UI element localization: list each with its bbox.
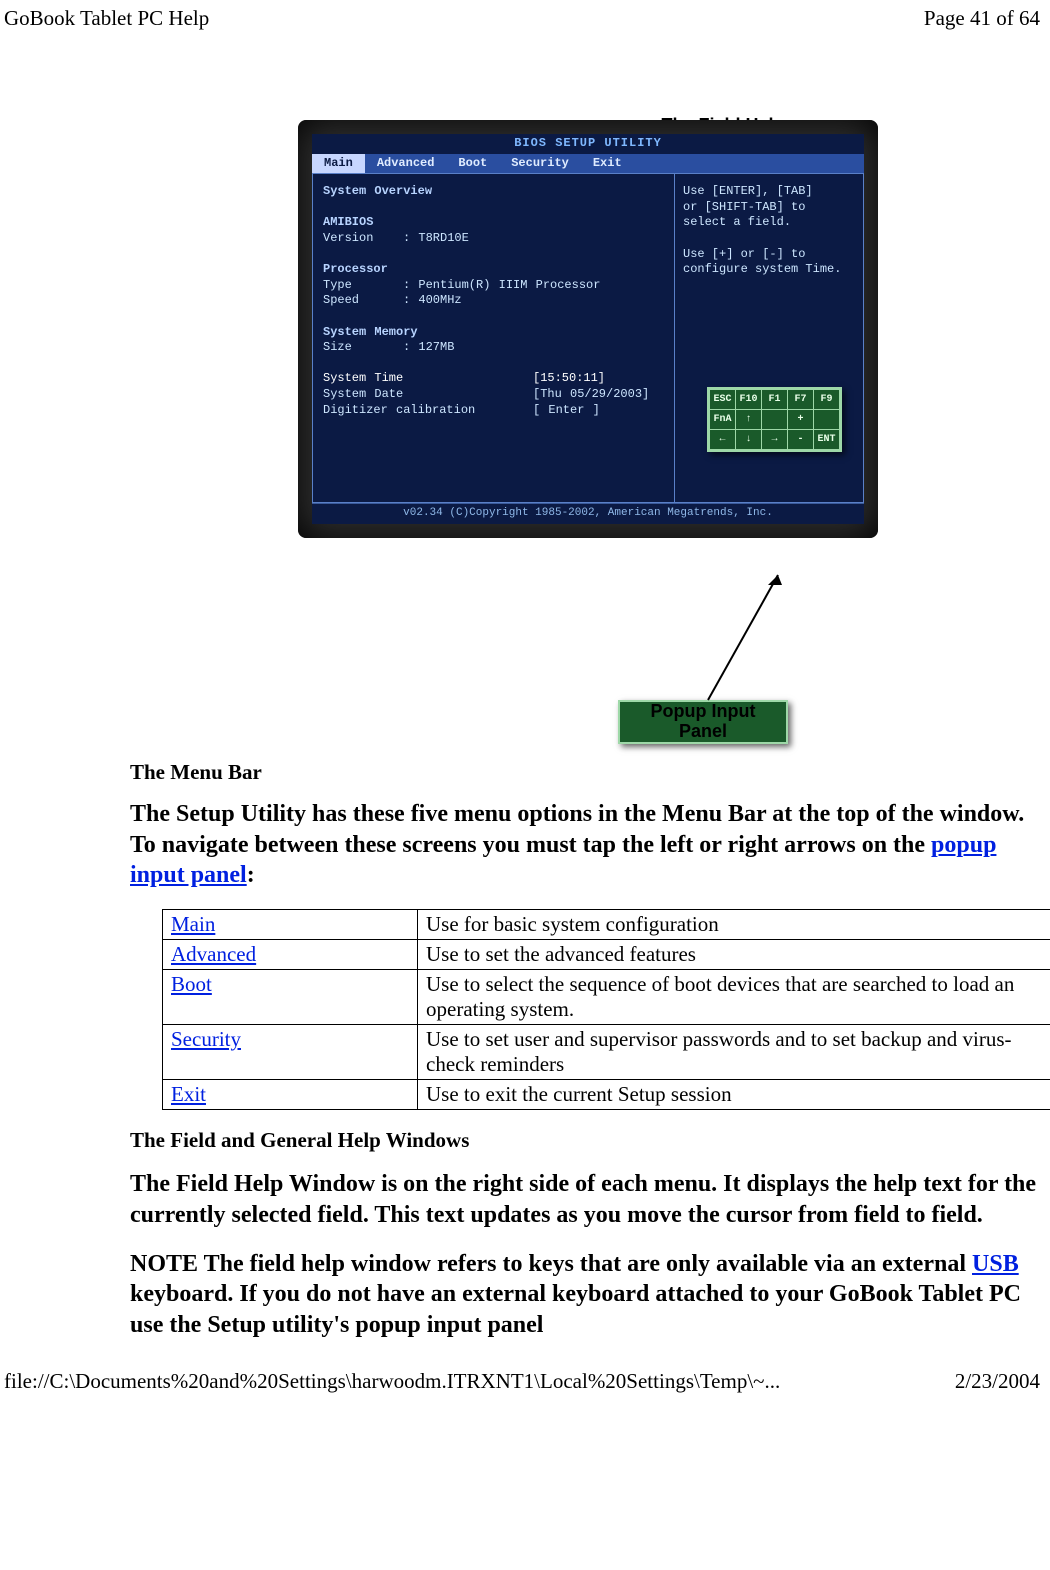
- version-label: Version: [323, 231, 403, 247]
- popup-key-grid: ESC F10 F1 F7 F9 FnA ↑ +: [709, 389, 840, 450]
- help-line: Use [+] or [-] to: [683, 247, 855, 263]
- bios-figure: The Menu Bar The Field Help Window Popup…: [278, 120, 898, 740]
- page-footer: file://C:\Documents%20and%20Settings\har…: [0, 1359, 1050, 1400]
- processor-heading: Processor: [323, 262, 664, 278]
- bios-left-panel: System Overview AMIBIOS Version: T8RD10E…: [312, 173, 674, 503]
- link-advanced[interactable]: Advanced: [171, 942, 256, 966]
- help-line: or [SHIFT-TAB] to: [683, 200, 855, 216]
- speed-label: Speed: [323, 293, 403, 309]
- monitor-bezel: BIOS SETUP UTILITY Main Advanced Boot Se…: [298, 120, 878, 538]
- bios-tab-boot[interactable]: Boot: [446, 154, 499, 174]
- popup-key[interactable]: →: [762, 430, 788, 450]
- amibios-heading: AMIBIOS: [323, 215, 664, 231]
- speed-value: : 400MHz: [403, 293, 462, 307]
- para-text: NOTE The field help window refers to key…: [130, 1251, 972, 1277]
- popup-key[interactable]: F9: [814, 390, 840, 410]
- para-text: :: [247, 862, 255, 888]
- link-usb[interactable]: USB: [972, 1251, 1019, 1277]
- footer-date: 2/23/2004: [955, 1369, 1040, 1394]
- table-row: Exit Use to exit the current Setup sessi…: [163, 1080, 1050, 1110]
- bios-body: System Overview AMIBIOS Version: T8RD10E…: [312, 173, 864, 503]
- size-label: Size: [323, 340, 403, 356]
- popup-key[interactable]: ESC: [710, 390, 736, 410]
- bios-screen: BIOS SETUP UTILITY Main Advanced Boot Se…: [312, 134, 864, 524]
- header-title: GoBook Tablet PC Help: [4, 6, 209, 31]
- callout-popup-panel: Popup Input Panel: [618, 700, 788, 744]
- help-line: Use [ENTER], [TAB]: [683, 184, 855, 200]
- bios-tab-security[interactable]: Security: [499, 154, 581, 174]
- help-line: select a field.: [683, 215, 855, 231]
- link-security[interactable]: Security: [171, 1027, 241, 1051]
- bios-title: BIOS SETUP UTILITY: [312, 134, 864, 154]
- bios-tab-exit[interactable]: Exit: [581, 154, 634, 174]
- arrow-to-popup: [708, 575, 788, 705]
- link-boot[interactable]: Boot: [171, 972, 212, 996]
- table-row: Main Use for basic system configuration: [163, 910, 1050, 940]
- popup-key[interactable]: F7: [788, 390, 814, 410]
- link-exit[interactable]: Exit: [171, 1082, 206, 1106]
- system-date-row[interactable]: System Date[Thu 05/29/2003]: [323, 387, 664, 403]
- link-main[interactable]: Main: [171, 912, 215, 936]
- table-cell-desc: Use to exit the current Setup session: [418, 1080, 1050, 1110]
- bios-help-panel: Use [ENTER], [TAB] or [SHIFT-TAB] to sel…: [674, 173, 864, 503]
- table-cell-desc: Use for basic system configuration: [418, 910, 1050, 940]
- menu-options-table: Main Use for basic system configuration …: [162, 909, 1050, 1110]
- popup-key[interactable]: ←: [710, 430, 736, 450]
- header-page-of: Page 41 of 64: [924, 6, 1040, 31]
- para-menu-bar: The Setup Utility has these five menu op…: [130, 799, 1046, 891]
- memory-heading: System Memory: [323, 325, 664, 341]
- page-header: GoBook Tablet PC Help Page 41 of 64: [0, 0, 1050, 35]
- system-time-row[interactable]: System Time[15:50:11]: [323, 371, 664, 387]
- bios-footer: v02.34 (C)Copyright 1985-2002, American …: [312, 503, 864, 522]
- digitizer-row[interactable]: Digitizer calibration[ Enter ]: [323, 403, 664, 419]
- type-label: Type: [323, 278, 403, 294]
- popup-key[interactable]: F1: [762, 390, 788, 410]
- callout-text: Panel: [679, 721, 727, 741]
- bios-menubar: Main Advanced Boot Security Exit: [312, 154, 864, 174]
- table-cell-desc: Use to set the advanced features: [418, 940, 1050, 970]
- section-field-help-heading: The Field and General Help Windows: [130, 1128, 1046, 1153]
- footer-path: file://C:\Documents%20and%20Settings\har…: [4, 1369, 780, 1394]
- size-value: : 127MB: [403, 340, 454, 354]
- help-line: configure system Time.: [683, 262, 855, 278]
- popup-key[interactable]: [814, 410, 840, 430]
- popup-key[interactable]: [762, 410, 788, 430]
- popup-key[interactable]: +: [788, 410, 814, 430]
- version-value: : T8RD10E: [403, 231, 469, 245]
- content-area: The Menu Bar The Field Help Window Popup…: [0, 120, 1050, 1341]
- popup-key[interactable]: -: [788, 430, 814, 450]
- bios-tab-main[interactable]: Main: [312, 154, 365, 174]
- para-text: The Setup Utility has these five menu op…: [130, 801, 1024, 858]
- section-menu-bar-heading: The Menu Bar: [130, 760, 1046, 785]
- para-field-help: The Field Help Window is on the right si…: [130, 1169, 1046, 1230]
- popup-input-panel[interactable]: ESC F10 F1 F7 F9 FnA ↑ +: [707, 387, 842, 452]
- popup-key[interactable]: ↓: [736, 430, 762, 450]
- table-row: Advanced Use to set the advanced feature…: [163, 940, 1050, 970]
- popup-key[interactable]: ENT: [814, 430, 840, 450]
- table-cell-desc: Use to set user and supervisor passwords…: [418, 1025, 1050, 1080]
- bios-tab-advanced[interactable]: Advanced: [365, 154, 447, 174]
- table-row: Boot Use to select the sequence of boot …: [163, 970, 1050, 1025]
- popup-key[interactable]: ↑: [736, 410, 762, 430]
- popup-key[interactable]: FnA: [710, 410, 736, 430]
- popup-key[interactable]: F10: [736, 390, 762, 410]
- para-text: keyboard. If you do not have an external…: [130, 1281, 1021, 1338]
- table-row: Security Use to set user and supervisor …: [163, 1025, 1050, 1080]
- table-cell-desc: Use to select the sequence of boot devic…: [418, 970, 1050, 1025]
- type-value: : Pentium(R) IIIM Processor: [403, 278, 600, 292]
- overview-heading: System Overview: [323, 184, 664, 200]
- para-note: NOTE The field help window refers to key…: [130, 1249, 1046, 1341]
